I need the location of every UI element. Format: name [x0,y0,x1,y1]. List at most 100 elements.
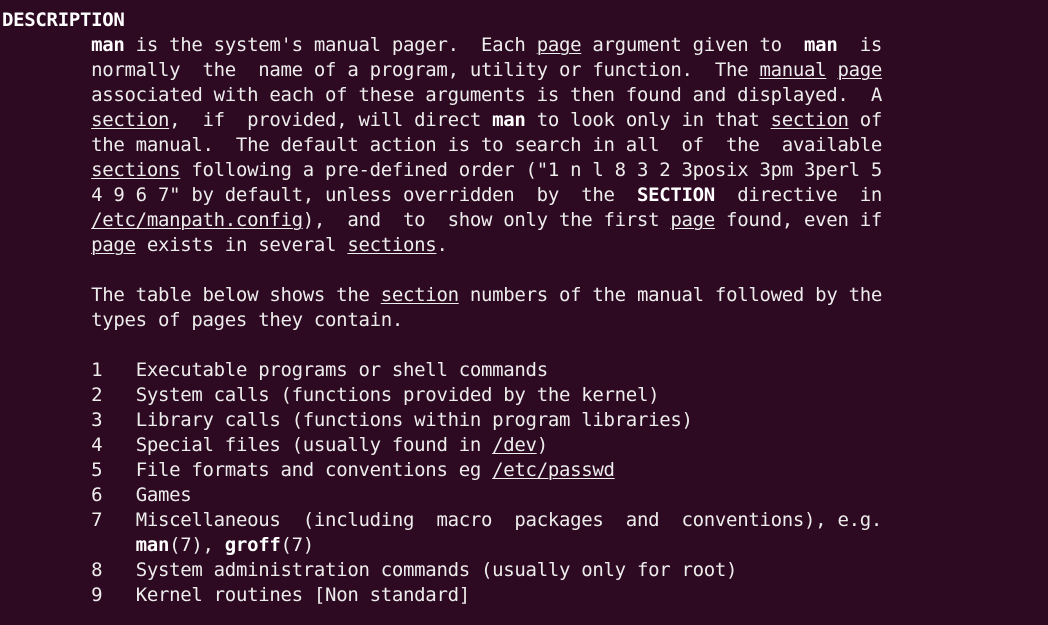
text: is [837,34,883,56]
text: numbers of the manual followed by the [458,284,883,306]
section-table-row: 8 System administration commands (usuall… [2,558,1048,583]
section-table-row: 1 Executable programs or shell commands [2,358,1048,383]
text: of [848,109,883,131]
description-line-8: /etc/manpath.config), and to show only t… [2,208,1048,233]
section-number: 1 [91,359,103,381]
text: ) [536,434,548,456]
text: ), and to show only the first [302,209,671,231]
groff-command-bold: groff [224,534,281,556]
terminal-window[interactable]: DESCRIPTION man is the system's manual p… [0,0,1048,625]
section-number: 5 [91,459,103,481]
section-number: 8 [91,559,103,581]
description-line-2: normally the name of a program, utility … [2,58,1048,83]
description-line-9: page exists in several sections. [2,233,1048,258]
page-link[interactable]: page [91,234,136,256]
section-table-row: 4 Special files (usually found in /dev) [2,433,1048,458]
text: to look only in that [525,109,771,131]
man-command-bold: man [804,34,838,56]
section-7-continuation: man(7), groff(7) [2,533,1048,558]
text: is the system's manual pager. Each [124,34,537,56]
text: The table below shows the [91,284,381,306]
table-intro-line-2: types of pages they contain. [2,308,1048,333]
text: following a pre-defined order ("1 n l 8 … [180,159,883,181]
text: normally the name of a program, utility … [91,59,760,81]
manpath-config-link[interactable]: /etc/manpath.config [91,209,303,231]
text: 4 9 6 7" by default, unless overridden b… [91,184,637,206]
section-link[interactable]: section [91,109,169,131]
description-line-5: the manual. The default action is to sea… [2,133,1048,158]
description-line-3: associated with each of these arguments … [2,83,1048,108]
section-table-row: 2 System calls (functions provided by th… [2,383,1048,408]
section-number: 3 [91,409,103,431]
text [826,59,837,81]
section-link[interactable]: section [381,284,459,306]
table-intro-line-1: The table below shows the section number… [2,283,1048,308]
section-heading-line: DESCRIPTION [2,8,1048,33]
man-command-bold: man [135,534,170,556]
page-link[interactable]: page [670,209,715,231]
section-table-row: 6 Games [2,483,1048,508]
text: argument given to [581,34,805,56]
text: types of pages they contain. [91,309,404,331]
section-description: Miscellaneous (including macro packages … [135,509,883,531]
section-description: System administration commands (usually … [135,559,738,581]
sections-link[interactable]: sections [347,234,436,256]
text: . [436,234,448,256]
section-number: 7 [91,509,103,531]
section-description: File formats and conventions eg [135,459,493,481]
text: the manual. The default action is to sea… [91,134,882,156]
section-table-row: 9 Kernel routines [Non standard] [2,583,1048,608]
section-description: Library calls (functions within program … [135,409,693,431]
description-line-4: section, if provided, will direct man to… [2,108,1048,133]
text: (7), [169,534,225,556]
section-description: Games [135,484,192,506]
passwd-path-link[interactable]: /etc/passwd [492,459,615,481]
section-link[interactable]: section [771,109,849,131]
page-link[interactable]: page [837,59,882,81]
section-number: 9 [91,584,103,606]
text: associated with each of these arguments … [91,84,882,106]
section-number: 4 [91,434,103,456]
description-line-6: sections following a pre-defined order (… [2,158,1048,183]
text: directive in [714,184,883,206]
dev-path-link[interactable]: /dev [492,434,537,456]
section-table-row: 7 Miscellaneous (including macro package… [2,508,1048,533]
manual-link[interactable]: manual [759,59,826,81]
section-number: 6 [91,484,103,506]
section-description: Kernel routines [Non standard] [135,584,470,606]
text: found, even if [714,209,883,231]
text: exists in several [135,234,348,256]
section-number: 2 [91,384,103,406]
page-link[interactable]: page [537,34,582,56]
sections-link[interactable]: sections [91,159,180,181]
section-table-row: 3 Library calls (functions within progra… [2,408,1048,433]
